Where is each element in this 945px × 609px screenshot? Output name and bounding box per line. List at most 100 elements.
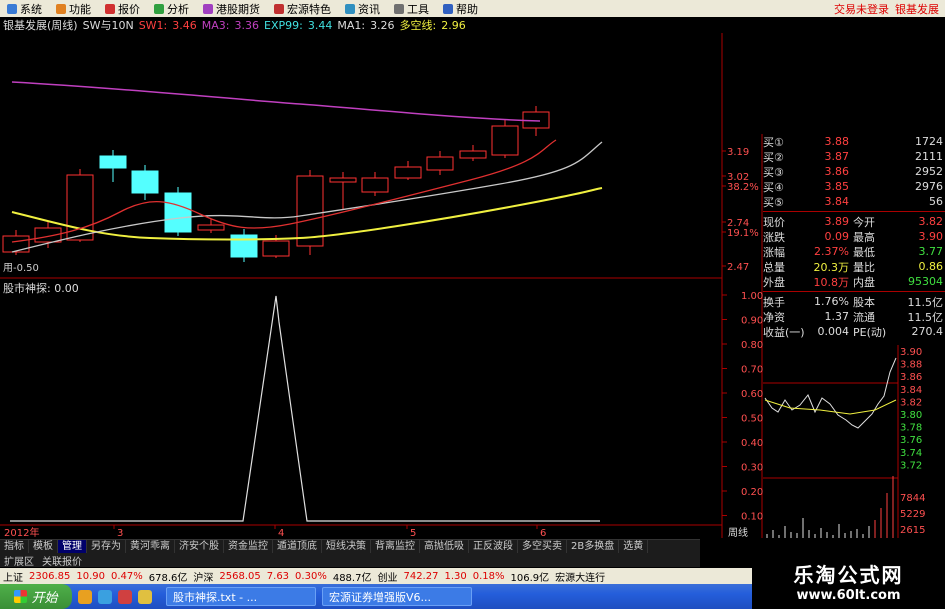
menu-label: 帮助 [456,2,478,16]
ie-quicklaunch-icon[interactable] [98,589,112,604]
bid-price: 3.86 [824,165,850,178]
menu-item-8[interactable]: 帮助 [436,1,485,17]
app-quicklaunch-icon[interactable] [118,589,132,604]
menu-bar: 系统 功能 报价 分析 港股期货 宏源特色 资讯 工具 帮助 交易未登录 银基发展 [0,0,945,17]
indicator-spike [10,295,600,522]
status-item: 沪深 [193,572,214,584]
stat-label: 今开 [853,215,875,229]
mini-tick-label: 3.72 [900,460,922,471]
bid-row[interactable]: 买④ 3.85 2976 [763,179,945,194]
bid-price: 3.84 [824,195,850,208]
formula-name[interactable]: SW与10N [83,17,134,33]
menu-item-2[interactable]: 报价 [98,1,147,17]
time-tick-label: 3 [117,528,123,539]
menu-label: 分析 [167,2,189,16]
status-item: 678.6亿 [148,572,188,584]
mini-tick-label: 3.82 [900,397,922,408]
period-label[interactable]: 周线 [728,526,748,539]
template-tab-5[interactable]: 济安个股 [175,539,224,554]
candle [197,219,225,233]
bid-row[interactable]: 买⑤ 3.84 56 [763,194,945,209]
quote-stat-row: 现价 3.89 今开 3.82 [763,214,945,229]
stat-label: 涨跌 [763,230,785,244]
stat-value: 0.004 [817,325,850,338]
price-tick-label: 19.1% [727,228,759,239]
status-item: 2306.85 [29,570,71,582]
status-item: 106.9亿 [510,572,550,584]
ma1-value: 3.26 [370,18,395,32]
menu-icon [203,3,213,14]
ma-purple-line [11,81,541,122]
template-tab-12[interactable]: 多空买卖 [518,539,567,554]
template-tab-14[interactable]: 选黄 [619,539,649,554]
start-button[interactable]: 开始 [0,584,72,609]
template-tab-4[interactable]: 黄河乖离 [126,539,175,554]
stat-value: 95304 [908,275,943,288]
menu-icon [394,3,404,14]
stat-label: 总量 [763,260,785,274]
quote-separator [763,211,945,212]
taskbar-task-trading-app[interactable]: 宏源证券增强版V6... [322,587,472,606]
menu-icon [274,3,284,14]
exp-label: EXP99: [264,18,303,32]
stat-label: 股本 [853,295,875,309]
menu-item-4[interactable]: 港股期货 [196,1,267,17]
status-item: 7.63 [266,570,290,582]
quote-stat-row: 涨跌 0.09 最高 3.90 [763,229,945,244]
menu-icon [443,3,453,14]
menu-item-0[interactable]: 系统 [0,1,49,17]
folder-quicklaunch-icon[interactable] [138,589,152,604]
sw1-value: 3.46 [172,18,197,32]
chart-note: 用-0.50 [3,263,39,274]
menu-item-7[interactable]: 工具 [387,1,436,17]
menu-item-5[interactable]: 宏源特色 [267,1,338,17]
stat-value: 10.8万 [813,275,850,289]
template-tab-8[interactable]: 短线决策 [322,539,371,554]
bid-row[interactable]: 买① 3.88 1724 [763,134,945,149]
status-item: 10.90 [76,570,105,582]
template-tab-11[interactable]: 正反波段 [469,539,518,554]
menu-item-1[interactable]: 功能 [49,1,98,17]
menu-label: 港股期货 [216,2,260,16]
quote-stat-row: 收益(一) 0.004 PE(动) 270.4 [763,324,945,339]
taskbar-task-notepad[interactable]: 股市神探.txt - ... [166,587,316,606]
watermark-url: www.60lt.com [796,587,901,603]
template-tab-0[interactable]: 指标 [0,539,29,554]
stat-value: 11.5亿 [907,310,944,324]
menu-item-6[interactable]: 资讯 [338,1,387,17]
bid-price: 3.85 [824,180,850,193]
browser-quicklaunch-icon[interactable] [78,589,92,604]
stat-value: 1.76% [814,295,849,308]
bid-row[interactable]: 买③ 3.86 2952 [763,164,945,179]
status-item: 2568.05 [219,570,261,582]
template-tab-7[interactable]: 遁道顶底 [273,539,322,554]
template-tab-6[interactable]: 资金监控 [224,539,273,554]
template-tab-10[interactable]: 高抛低吸 [420,539,469,554]
bid-row[interactable]: 买② 3.87 2111 [763,149,945,164]
template-tab-9[interactable]: 背离监控 [371,539,420,554]
extension-tab-0[interactable]: 扩展区 [0,553,38,568]
status-item: 1.30 [444,570,467,582]
status-item: 创业 [377,572,398,584]
axis-labels: 3.193.0238.2%2.7419.1%2.471.000.900.800.… [4,147,763,539]
candle [491,120,519,158]
status-item: 0.30% [295,570,327,582]
quote-stat-row: 总量 20.3万 量比 0.86 [763,259,945,274]
bid-volume: 56 [929,195,943,208]
task-label: 宏源证券增强版V6... [329,590,432,604]
extension-tab-1[interactable]: 关联报价 [38,553,86,568]
candle [426,151,454,175]
dk-label: 多空线: [399,19,437,32]
ma3-value: 3.36 [234,18,260,32]
template-tab-1[interactable]: 模板 [29,539,58,554]
menu-item-3[interactable]: 分析 [147,1,196,17]
menu-right-link-1[interactable]: 银基发展 [895,1,939,17]
bid-volume: 1724 [915,135,943,148]
template-tab-2[interactable]: 管理 [58,539,87,554]
menu-right-link-0[interactable]: 交易未登录 [834,1,889,17]
template-tab-3[interactable]: 另存为 [87,539,126,554]
bid-price: 3.88 [824,135,850,148]
template-tab-13[interactable]: 2B多换盘 [567,539,620,554]
menu-icon [345,3,355,14]
stock-title[interactable]: 银基发展(周线) [3,17,78,33]
